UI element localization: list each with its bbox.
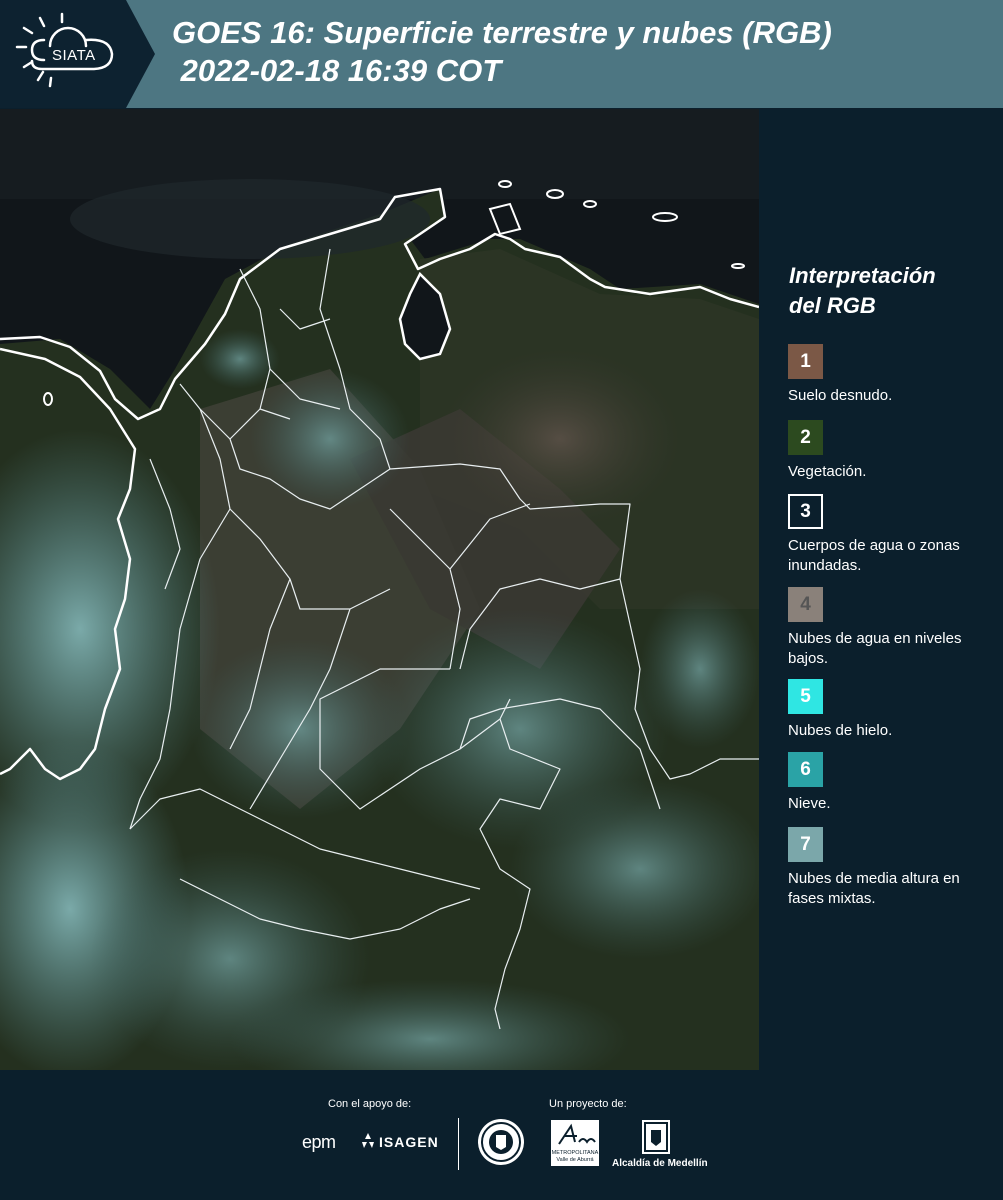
legend-label: Nubes de media altura en fases mixtas.: [788, 870, 960, 907]
legend-label: Suelo desnudo.: [788, 387, 893, 404]
shield-icon: [644, 1122, 668, 1152]
legend-swatch: 1: [788, 344, 823, 379]
legend-swatch: 4: [788, 587, 823, 622]
isagen-logo: ISAGEN: [379, 1134, 439, 1150]
legend-label: Vegetación.: [788, 463, 867, 480]
seal-icon: [481, 1122, 521, 1162]
legend-item-mid-level-mixed-clouds: 7 Nubes de media altura en fases mixtas.: [788, 827, 998, 909]
legend-item-water-bodies: 3 Cuerpos de agua o zonas inundadas.: [788, 494, 998, 576]
legend-title-line2: del RGB: [789, 293, 876, 318]
legend-swatch: 5: [788, 679, 823, 714]
legend-swatch: 3: [788, 494, 823, 529]
legend-title: Interpretación del RGB: [789, 261, 999, 321]
legend-title-line1: Interpretación: [789, 263, 936, 288]
project-label: Un proyecto de:: [549, 1098, 627, 1110]
area-name: METROPOLITANA: [551, 1150, 599, 1156]
legend-label: Nubes de hielo.: [788, 722, 893, 739]
map-canvas: [0, 109, 759, 1070]
legend-label: Cuerpos de agua o zonas inundadas.: [788, 537, 960, 574]
rgb-legend: Interpretación del RGB 1 Suelo desnudo. …: [759, 109, 1003, 1070]
alcaldia-label: Alcaldía de Medellín: [612, 1158, 708, 1169]
alcaldia-shield-logo: [642, 1120, 670, 1154]
footer: Con el apoyo de: Un proyecto de: epm ISA…: [0, 1070, 1003, 1200]
page-title: GOES 16: Superficie terrestre y nubes (R…: [172, 14, 832, 90]
legend-item-snow: 6 Nieve.: [788, 752, 998, 814]
logo-text: SIATA: [52, 47, 96, 64]
legend-label: Nieve.: [788, 795, 831, 812]
support-label: Con el apoyo de:: [328, 1098, 412, 1110]
legend-swatch: 7: [788, 827, 823, 862]
area-sub: Valle de Aburrá: [556, 1157, 594, 1163]
legend-label: Nubes de agua en niveles bajos.: [788, 630, 962, 667]
legend-swatch: 6: [788, 752, 823, 787]
legend-item-ice-clouds: 5 Nubes de hielo.: [788, 679, 998, 741]
footer-divider: [458, 1118, 459, 1170]
satellite-map[interactable]: [0, 109, 759, 1070]
title-timestamp: 2022-02-18 16:39 COT: [172, 53, 502, 88]
legend-item-vegetation: 2 Vegetación.: [788, 420, 998, 482]
legend-item-bare-soil: 1 Suelo desnudo.: [788, 344, 998, 406]
epm-logo: epm: [302, 1132, 336, 1152]
medellin-seal-logo: [478, 1119, 524, 1165]
isagen-mark-icon: [362, 1133, 374, 1148]
siata-logo: SIATA: [0, 0, 155, 108]
legend-item-low-water-clouds: 4 Nubes de agua en niveles bajos.: [788, 587, 998, 669]
legend-swatch: 2: [788, 420, 823, 455]
area-metropolitana-logo: METROPOLITANA Valle de Aburrá: [551, 1120, 599, 1166]
title-product: GOES 16: Superficie terrestre y nubes (R…: [172, 15, 832, 50]
header-bar: SIATA GOES 16: Superficie terrestre y nu…: [0, 0, 1003, 108]
area-script-icon: [558, 1123, 596, 1145]
